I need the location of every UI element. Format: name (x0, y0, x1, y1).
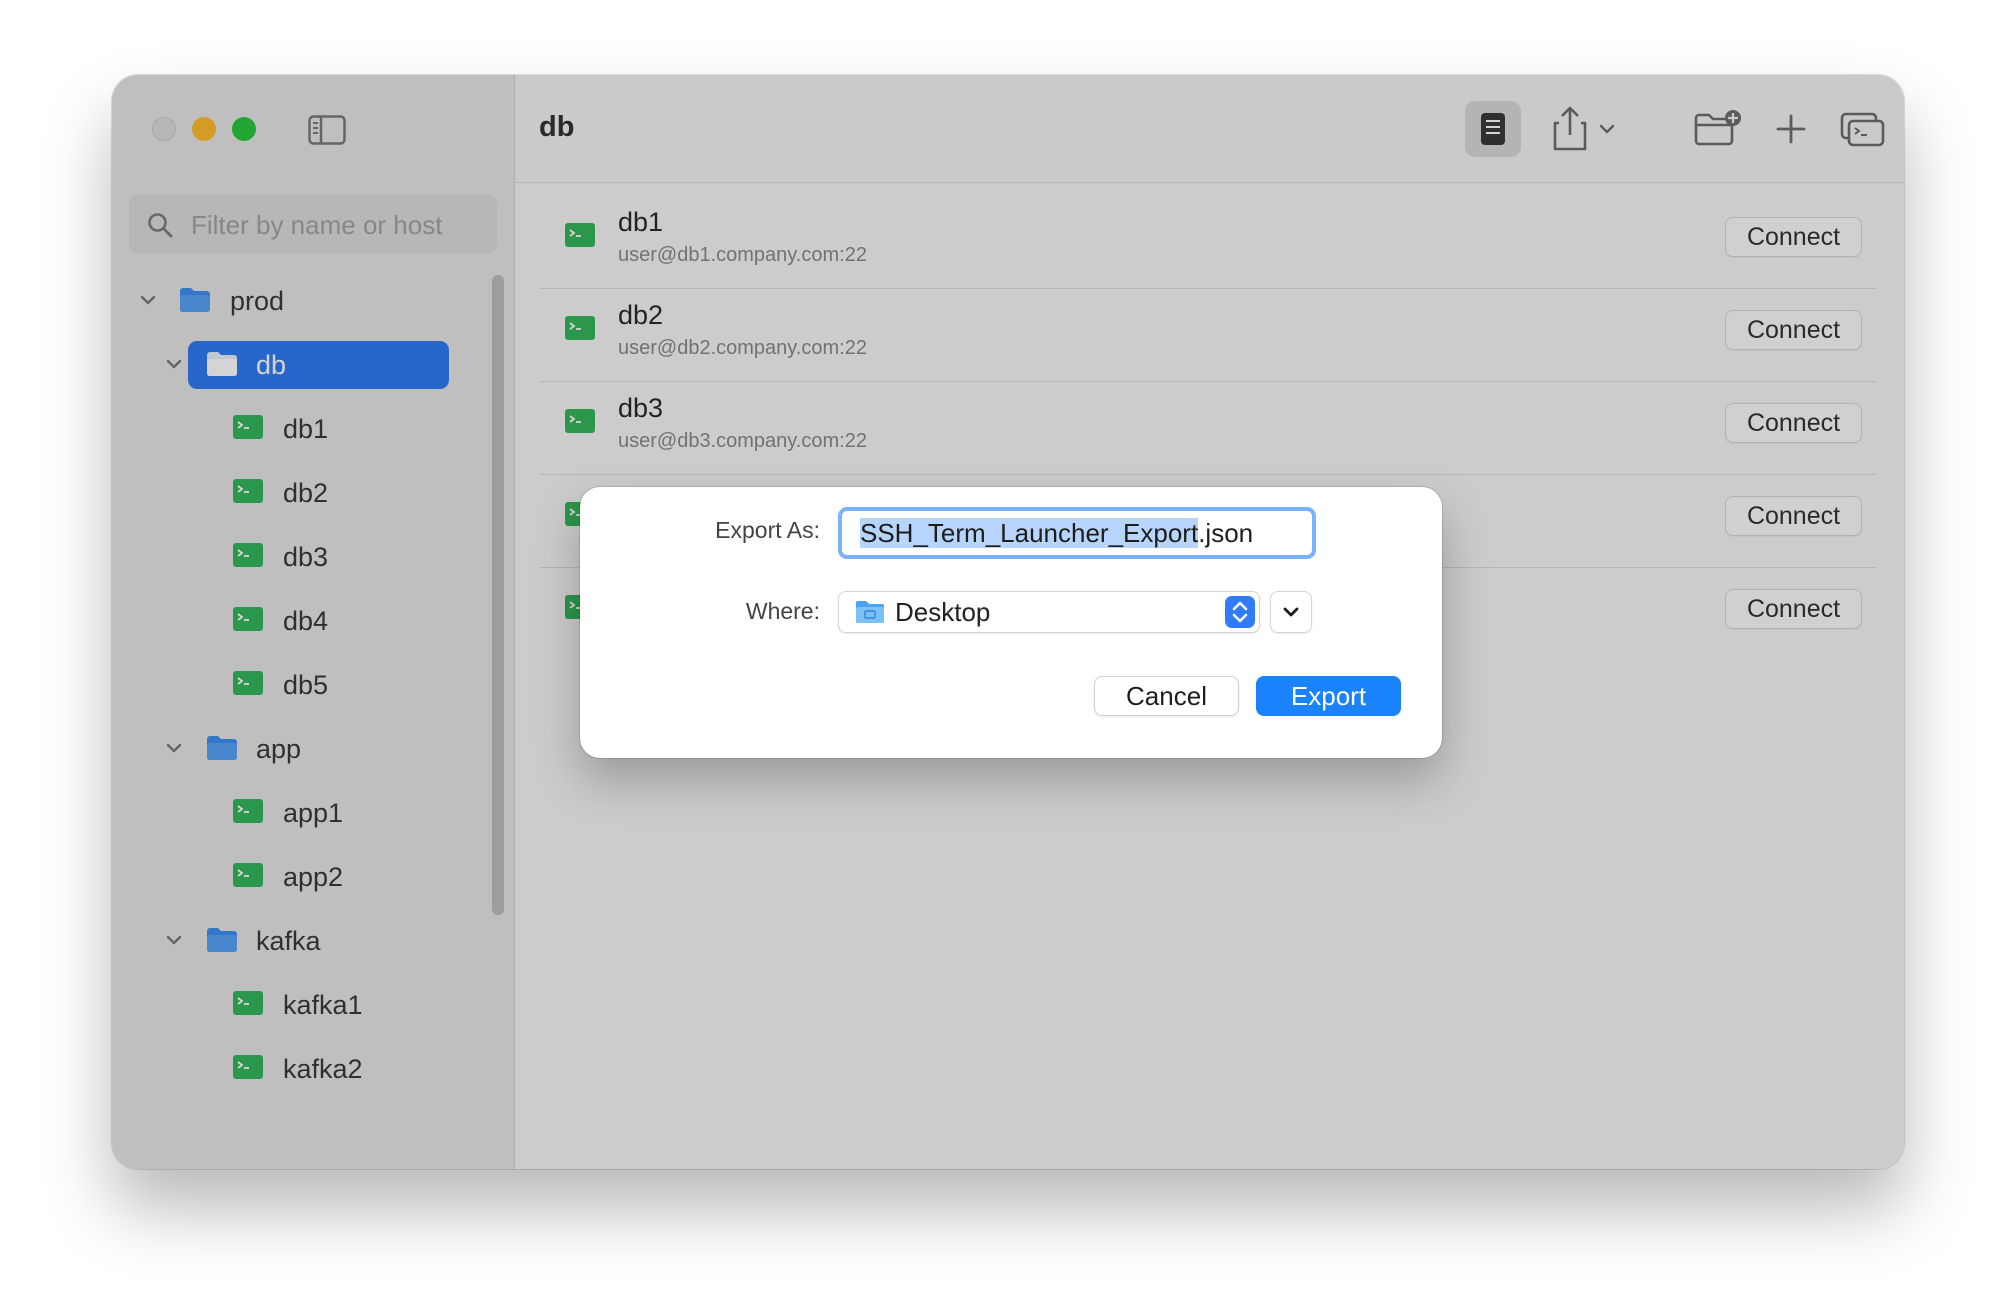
filename-extension: .json (1198, 518, 1254, 548)
export-as-label: Export As: (715, 517, 820, 543)
where-label: Where: (745, 598, 820, 624)
cancel-button[interactable]: Cancel (1094, 676, 1239, 716)
filename-field[interactable]: SSH_Term_Launcher_Export.json (838, 507, 1316, 559)
expand-browser-button[interactable] (1270, 591, 1312, 633)
desktop-folder-icon (856, 601, 884, 623)
popup-stepper-icon (1225, 596, 1255, 628)
filename-text[interactable]: SSH_Term_Launcher_Export.json (860, 518, 1253, 549)
chevron-down-icon (1283, 607, 1299, 617)
export-button[interactable]: Export (1256, 676, 1401, 716)
where-popup-button[interactable]: Desktop (838, 591, 1260, 633)
filename-selection: SSH_Term_Launcher_Export (860, 518, 1199, 548)
export-dialog: Export As: SSH_Term_Launcher_Export.json… (580, 487, 1442, 758)
where-value: Desktop (895, 597, 991, 627)
